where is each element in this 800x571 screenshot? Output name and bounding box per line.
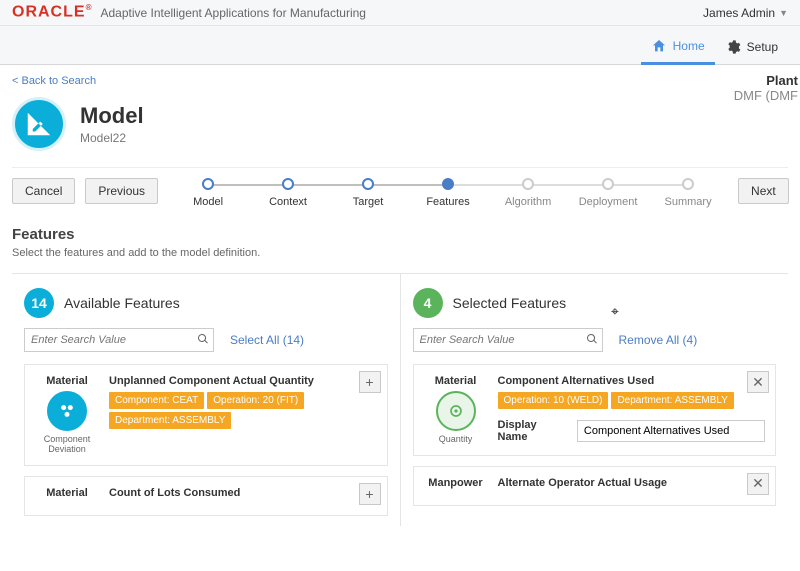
available-search[interactable] xyxy=(24,328,214,352)
card-icon-sub: Component Deviation xyxy=(35,435,99,455)
display-name-input[interactable] xyxy=(577,420,765,442)
step-context[interactable]: Context xyxy=(248,178,328,208)
available-card: + Material Count of Lots Consumed xyxy=(24,476,388,516)
previous-button[interactable]: Previous xyxy=(85,178,158,204)
gear-icon xyxy=(725,39,741,55)
nav-home-label: Home xyxy=(673,39,705,53)
selected-card: ✕ Material Quantity Component Alternativ… xyxy=(413,364,777,456)
card-icon-sub: Quantity xyxy=(424,435,488,445)
selected-search-input[interactable] xyxy=(418,331,586,349)
remove-button[interactable]: ✕ xyxy=(747,371,769,393)
features-columns: 14 Available Features Select All (14) + xyxy=(12,273,788,526)
card-title: Count of Lots Consumed xyxy=(109,487,377,499)
stepper: Model Context Target Features Algorithm … xyxy=(168,178,728,208)
step-deployment[interactable]: Deployment xyxy=(568,178,648,208)
plant-value: DMF (DMF xyxy=(734,88,798,103)
available-title: Available Features xyxy=(64,295,180,311)
card-category: Material xyxy=(424,375,488,387)
selected-title: Selected Features xyxy=(453,295,567,311)
card-tags: Component: CEAT Operation: 20 (FIT) Depa… xyxy=(109,392,377,429)
search-icon[interactable] xyxy=(586,333,598,348)
home-icon xyxy=(651,38,667,54)
cancel-button[interactable]: Cancel xyxy=(12,178,75,204)
plant-label: Plant xyxy=(734,73,798,88)
search-icon[interactable] xyxy=(197,333,209,348)
section-title: Features xyxy=(12,226,788,243)
add-button[interactable]: + xyxy=(359,371,381,393)
section-subtitle: Select the features and add to the model… xyxy=(12,247,788,259)
card-category: Manpower xyxy=(424,477,488,489)
card-title: Component Alternatives Used xyxy=(498,375,766,387)
add-button[interactable]: + xyxy=(359,483,381,505)
selected-search[interactable] xyxy=(413,328,603,352)
model-subtitle: Model22 xyxy=(80,131,144,145)
step-algorithm[interactable]: Algorithm xyxy=(488,178,568,208)
available-count-badge: 14 xyxy=(24,288,54,318)
card-tags: Operation: 10 (WELD) Department: ASSEMBL… xyxy=(498,392,766,409)
model-icon xyxy=(12,97,66,151)
selected-card: ✕ Manpower Alternate Operator Actual Usa… xyxy=(413,466,777,506)
tag: Component: CEAT xyxy=(109,392,204,409)
app-title: Adaptive Intelligent Applications for Ma… xyxy=(100,6,366,20)
caret-down-icon: ▼ xyxy=(779,8,788,18)
nav-home[interactable]: Home xyxy=(641,32,715,65)
model-header: Model Model22 xyxy=(12,97,788,151)
user-menu[interactable]: James Admin ▼ xyxy=(703,6,788,20)
step-model[interactable]: Model xyxy=(168,178,248,208)
features-section: Features Select the features and add to … xyxy=(12,226,788,526)
tag: Department: ASSEMBLY xyxy=(109,412,231,429)
select-all-link[interactable]: Select All (14) xyxy=(230,333,304,347)
next-button[interactable]: Next xyxy=(738,178,789,204)
quantity-icon xyxy=(436,391,476,431)
plant-info: Plant DMF (DMF xyxy=(734,73,800,103)
card-title: Alternate Operator Actual Usage xyxy=(498,477,766,489)
back-to-search-link[interactable]: < Back to Search xyxy=(12,75,96,87)
component-deviation-icon xyxy=(47,391,87,431)
nav-setup-label: Setup xyxy=(747,40,778,54)
display-name-label: Display Name xyxy=(498,419,569,443)
remove-all-link[interactable]: Remove All (4) xyxy=(619,333,698,347)
user-name: James Admin xyxy=(703,6,775,20)
tag: Operation: 10 (WELD) xyxy=(498,392,609,409)
selected-column: 4 Selected Features Remove All (4) ✕ xyxy=(400,274,789,526)
page: < Back to Search Plant DMF (DMF Model Mo… xyxy=(0,65,800,534)
available-column: 14 Available Features Select All (14) + xyxy=(12,274,400,526)
step-target[interactable]: Target xyxy=(328,178,408,208)
available-card: + Material Component Deviation Unplanned… xyxy=(24,364,388,466)
remove-button[interactable]: ✕ xyxy=(747,473,769,495)
card-category: Material xyxy=(35,375,99,387)
nav-setup[interactable]: Setup xyxy=(715,32,788,64)
available-search-input[interactable] xyxy=(29,331,197,349)
selected-count-badge: 4 xyxy=(413,288,443,318)
card-title: Unplanned Component Actual Quantity xyxy=(109,375,377,387)
brand-logo: ORACLE® xyxy=(12,3,92,21)
card-category: Material xyxy=(35,487,99,499)
tag: Operation: 20 (FIT) xyxy=(207,392,304,409)
nav-bar: Home Setup xyxy=(0,26,800,65)
model-title: Model xyxy=(80,103,144,129)
step-features[interactable]: Features xyxy=(408,178,488,208)
top-bar: ORACLE® Adaptive Intelligent Application… xyxy=(0,0,800,26)
wizard-row: Cancel Previous Model Context Target Fea… xyxy=(12,167,788,208)
step-summary[interactable]: Summary xyxy=(648,178,728,208)
tag: Department: ASSEMBLY xyxy=(611,392,733,409)
